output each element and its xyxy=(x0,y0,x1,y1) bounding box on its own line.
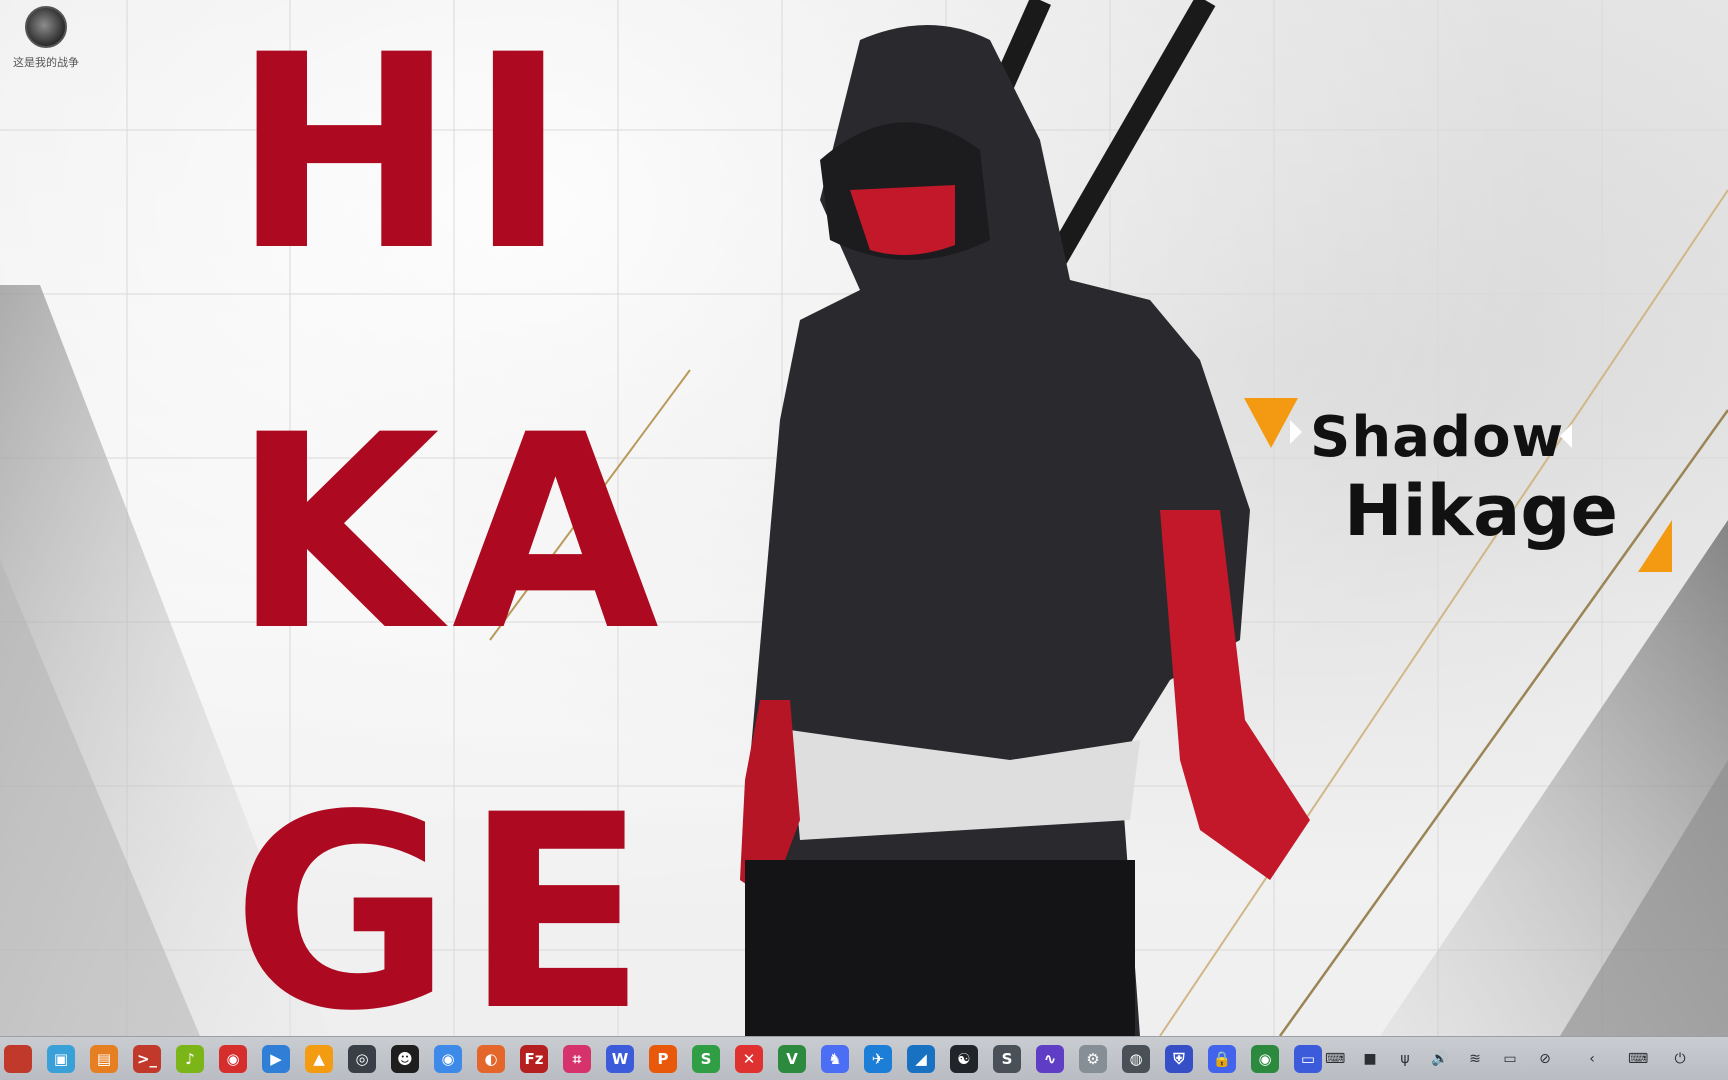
app-icon-edge[interactable] xyxy=(4,1045,32,1073)
chrome-icon[interactable]: ◉ xyxy=(434,1045,462,1073)
firefox-icon[interactable]: ◐ xyxy=(477,1045,505,1073)
wallpaper-hikage-text: Hikage xyxy=(1344,470,1618,552)
wifi-icon[interactable]: ≋ xyxy=(1465,1049,1485,1069)
netease-music-icon[interactable]: ◉ xyxy=(219,1045,247,1073)
shield-icon[interactable]: ⛨ xyxy=(1165,1045,1193,1073)
onscreen-keyboard-icon[interactable]: ⌨ xyxy=(1628,1049,1648,1069)
filezilla-icon[interactable]: Fz xyxy=(520,1045,548,1073)
bird-app-icon[interactable]: ♞ xyxy=(821,1045,849,1073)
wallpaper-ge-text: GE xyxy=(232,758,660,1036)
tank-game-icon xyxy=(25,6,67,48)
usb-icon[interactable]: ψ xyxy=(1395,1049,1415,1069)
desktop-shortcut[interactable]: 这是我的战争 xyxy=(6,6,86,70)
feishu-icon[interactable]: ✈ xyxy=(864,1045,892,1073)
wallpaper-hi-text: HI xyxy=(232,0,581,310)
taskbar: ▣ ▤ >_ ♪ ◉ ▶ ▲ ◎ ☻ ◉ ◐ Fz ⌗ W P S ✕ V ♞ ✈ ◢ ☯ S ∿ ⚙ ◍ ⛨ 🔒 ◉ ▭ ⌨ ■ ψ 🔊 ≋ ▭ ⊘… xyxy=(0,1036,1728,1080)
desktop-shortcut-label: 这是我的战争 xyxy=(13,56,79,69)
wps-presentation-icon[interactable]: P xyxy=(649,1045,677,1073)
screenshot-icon[interactable]: ⌗ xyxy=(563,1045,591,1073)
music-player-icon[interactable]: ♪ xyxy=(176,1045,204,1073)
battery-icon[interactable]: ▭ xyxy=(1500,1049,1520,1069)
vim-icon[interactable]: V xyxy=(778,1045,806,1073)
wps-writer-icon[interactable]: W xyxy=(606,1045,634,1073)
wps-spreadsheet-icon[interactable]: S xyxy=(692,1045,720,1073)
chevron-left-icon[interactable]: ‹ xyxy=(1582,1049,1602,1069)
yin-yang-icon[interactable]: ☯ xyxy=(950,1045,978,1073)
qq-icon[interactable]: ☻ xyxy=(391,1045,419,1073)
steam-icon[interactable]: ◎ xyxy=(348,1045,376,1073)
volume-icon[interactable]: 🔊 xyxy=(1430,1049,1450,1069)
ninja-figure xyxy=(740,0,1310,1036)
power-icon[interactable]: ⏻ xyxy=(1670,1049,1690,1069)
xmind-icon[interactable]: ✕ xyxy=(735,1045,763,1073)
file-manager-icon[interactable]: ▣ xyxy=(47,1045,75,1073)
wallpaper-shadow-text: Shadow xyxy=(1310,405,1565,470)
video-player-icon[interactable]: ▶ xyxy=(262,1045,290,1073)
settings-gear-icon[interactable]: ⚙ xyxy=(1079,1045,1107,1073)
camera-icon[interactable]: ■ xyxy=(1360,1049,1380,1069)
keyboard-icon[interactable]: ⌨ xyxy=(1325,1049,1345,1069)
terminal-icon[interactable]: >_ xyxy=(133,1045,161,1073)
compass-icon[interactable]: ⊘ xyxy=(1535,1049,1555,1069)
lock-icon[interactable]: 🔒 xyxy=(1208,1045,1236,1073)
shark-app-icon[interactable]: ◢ xyxy=(907,1045,935,1073)
system-monitor-icon[interactable]: ∿ xyxy=(1036,1045,1064,1073)
webcam-app-icon[interactable]: ◉ xyxy=(1251,1045,1279,1073)
disk-utility-icon[interactable]: ◍ xyxy=(1122,1045,1150,1073)
vlc-icon[interactable]: ▲ xyxy=(305,1045,333,1073)
window-thumbnail-icon[interactable]: ▭ xyxy=(1294,1045,1322,1073)
sublime-text-icon[interactable]: S xyxy=(993,1045,1021,1073)
desktop: HI KA GE Shadow Hikage 这是我的战争 xyxy=(0,0,1728,1036)
archive-icon[interactable]: ▤ xyxy=(90,1045,118,1073)
wallpaper-ka-text: KA xyxy=(232,378,672,690)
